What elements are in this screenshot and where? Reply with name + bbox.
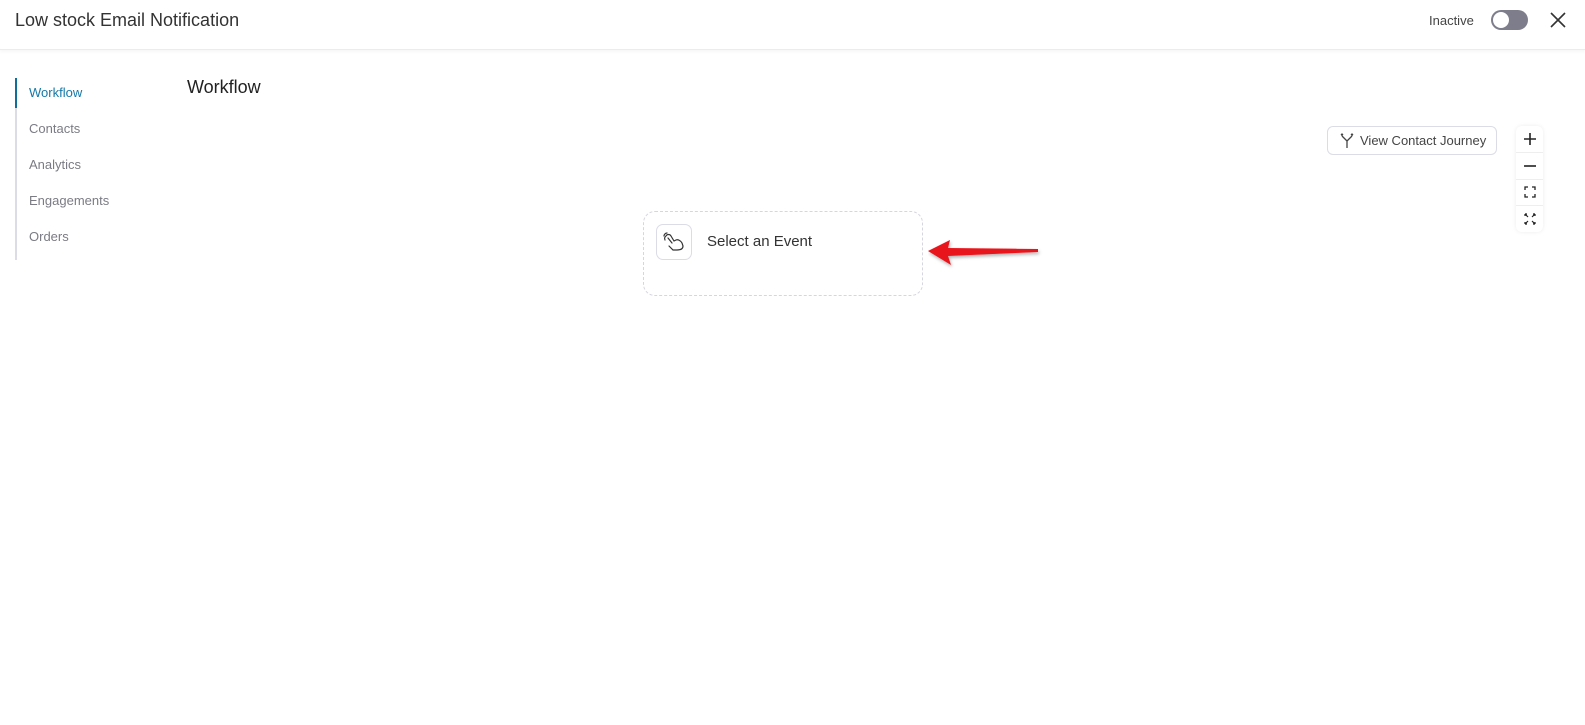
annotation-arrow	[928, 240, 1038, 265]
zoom-out-button[interactable]	[1516, 153, 1543, 180]
fit-view-button[interactable]	[1516, 180, 1543, 207]
toggle-knob	[1493, 12, 1509, 28]
nav-item-orders[interactable]: Orders	[17, 224, 165, 260]
plus-icon	[1523, 132, 1536, 145]
canvas-zoom-controls	[1516, 126, 1543, 232]
zoom-in-button[interactable]	[1516, 126, 1543, 153]
page-title: Workflow	[187, 77, 261, 97]
select-event-node[interactable]: Select an Event	[643, 211, 923, 296]
side-nav: Workflow Contacts Analytics Engagements …	[15, 78, 165, 260]
fit-view-icon	[1523, 186, 1536, 199]
fullscreen-button[interactable]	[1516, 206, 1543, 232]
nav-item-engagements[interactable]: Engagements	[17, 188, 165, 224]
nav-item-workflow[interactable]: Workflow	[15, 78, 165, 116]
status-label: Inactive	[1429, 13, 1474, 28]
view-contact-journey-label: View Contact Journey	[1360, 133, 1487, 148]
branch-icon	[1340, 132, 1354, 148]
nav-item-analytics[interactable]: Analytics	[17, 152, 165, 188]
nav-item-contacts[interactable]: Contacts	[17, 116, 165, 152]
minus-icon	[1523, 164, 1536, 167]
event-icon-box	[656, 224, 692, 260]
app-header: Low stock Email Notification Inactive	[0, 0, 1585, 50]
hand-pointer-icon	[663, 232, 684, 251]
active-toggle[interactable]	[1491, 10, 1528, 30]
view-contact-journey-button[interactable]: View Contact Journey	[1327, 126, 1497, 155]
close-icon	[1550, 12, 1566, 28]
close-button[interactable]	[1547, 9, 1569, 31]
select-event-label: Select an Event	[707, 233, 813, 250]
app-title: Low stock Email Notification	[15, 10, 240, 30]
fullscreen-icon	[1523, 213, 1536, 225]
